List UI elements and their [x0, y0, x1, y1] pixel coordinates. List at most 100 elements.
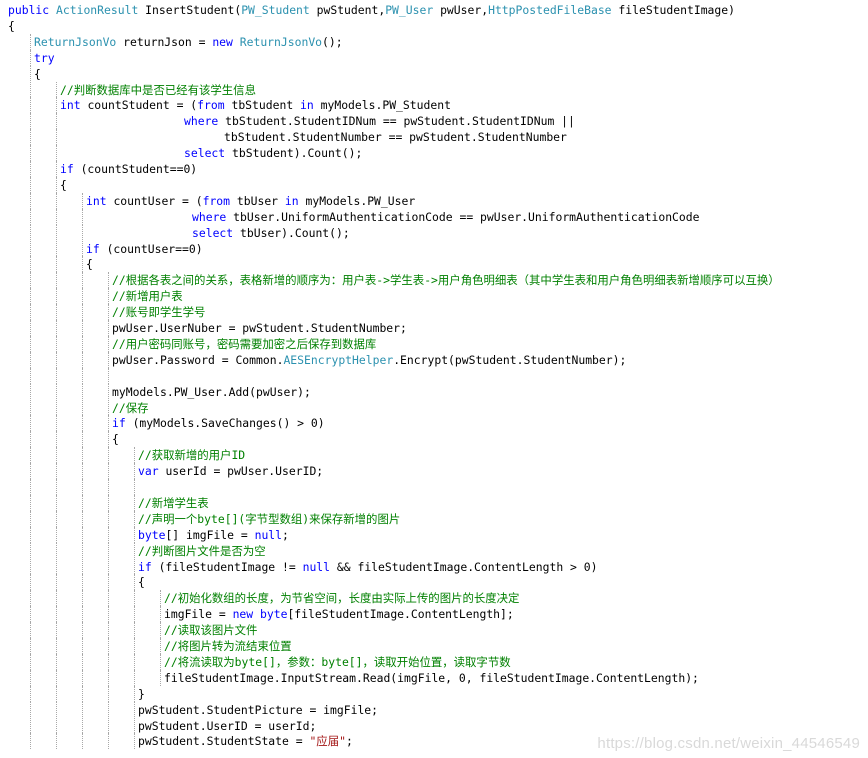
code-line[interactable]: pwStudent.UserID = userId;	[138, 718, 316, 734]
indent-guide	[108, 542, 109, 559]
code-line[interactable]: //保存	[112, 400, 149, 416]
indent-guide	[30, 383, 31, 400]
indent-guide	[108, 653, 109, 670]
code-line[interactable]: if (countStudent==0)	[60, 161, 197, 177]
indent-guide	[82, 415, 83, 432]
indent-guide	[56, 510, 57, 527]
indent-guide	[82, 192, 83, 209]
code-token: myModels.PW_Student	[320, 98, 451, 113]
indent-guide	[134, 510, 135, 527]
code-token: select	[184, 146, 233, 161]
indent-guide	[82, 335, 83, 352]
indent-guide	[56, 701, 57, 718]
indent-guide	[56, 81, 57, 98]
indent-guide	[30, 161, 31, 177]
code-line[interactable]: {	[34, 66, 41, 82]
code-line[interactable]: where tbUser.UniformAuthenticationCode =…	[192, 209, 699, 225]
indent-guide	[56, 431, 57, 448]
code-token: if	[138, 559, 159, 574]
indent-guide	[56, 494, 57, 511]
code-line[interactable]: if (countUser==0)	[86, 241, 203, 257]
code-line[interactable]: //将流读取为byte[]，参数：byte[]，读取开始位置，读取字节数	[164, 654, 511, 670]
code-line[interactable]: int countUser = (from tbUser in myModels…	[86, 193, 415, 209]
indent-guide	[56, 320, 57, 336]
code-line[interactable]: }	[138, 686, 145, 702]
indent-guide	[30, 145, 31, 161]
code-token: HttpPostedFileBase	[488, 3, 619, 17]
code-line[interactable]: byte[] imgFile = null;	[138, 527, 289, 543]
indent-guide	[56, 288, 57, 305]
code-line[interactable]: //根据各表之间的关系，表格新增的顺序为：用户表->学生表->用户角色明细表（其…	[112, 272, 780, 288]
code-line[interactable]: pwStudent.StudentState = "应届";	[138, 733, 353, 749]
code-line[interactable]: imgFile = new byte [fileStudentImage.Cont…	[164, 606, 514, 622]
indent-guide	[56, 685, 57, 702]
indent-guide	[82, 320, 83, 336]
code-token: where	[192, 209, 234, 224]
indent-guide	[108, 351, 109, 368]
indent-guide	[56, 367, 57, 384]
indent-guide	[30, 590, 31, 607]
code-line[interactable]: {	[138, 574, 145, 590]
indent-guide	[56, 415, 57, 432]
code-line[interactable]: //账号即学生学号	[112, 304, 205, 320]
code-line[interactable]: {	[8, 18, 15, 34]
code-editor[interactable]: public ActionResult InsertStudent(PW_Stu…	[0, 0, 868, 758]
indent-guide	[30, 542, 31, 559]
indent-guide	[56, 240, 57, 257]
indent-guide	[30, 351, 31, 368]
code-line[interactable]: var userId = pwUser.UserID;	[138, 463, 323, 479]
code-line[interactable]: tbStudent.StudentNumber == pwStudent.Stu…	[224, 129, 567, 145]
code-token: from	[202, 193, 237, 208]
code-line[interactable]: pwUser.Password = Common. AESEncryptHelpe…	[112, 352, 626, 368]
indent-guide	[82, 351, 83, 368]
indent-guide	[108, 510, 109, 527]
indent-guide	[56, 622, 57, 638]
code-line[interactable]: if (fileStudentImage != null && fileStud…	[138, 559, 598, 575]
code-line[interactable]: try	[34, 50, 55, 66]
code-token: //新增用户表	[112, 289, 183, 304]
code-line[interactable]: ReturnJsonVo returnJson = new ReturnJson…	[34, 34, 343, 50]
indent-guide	[134, 558, 135, 575]
indent-guide	[82, 669, 83, 686]
indent-guide	[82, 574, 83, 591]
indent-guide	[56, 97, 57, 114]
code-line[interactable]: //声明一个byte[](字节型数组)来保存新增的图片	[138, 511, 400, 527]
indent-guide	[108, 272, 109, 289]
code-line[interactable]: if (myModels.SaveChanges() > 0)	[112, 415, 325, 431]
code-token: pwStudent.StudentPicture = imgFile;	[138, 702, 379, 717]
code-line[interactable]: //读取该图片文件	[164, 622, 257, 638]
code-line[interactable]: where tbStudent.StudentIDNum == pwStuden…	[184, 113, 575, 129]
indent-guide	[108, 463, 109, 479]
indent-guide	[56, 351, 57, 368]
indent-guide	[82, 367, 83, 384]
code-line[interactable]: {	[86, 256, 93, 272]
indent-guide	[30, 479, 31, 495]
indent-guide	[108, 622, 109, 638]
code-line[interactable]: int countStudent = (from tbStudent in my…	[60, 97, 451, 113]
indent-guide	[56, 161, 57, 177]
code-token: (myModels.SaveChanges() > 0)	[132, 416, 325, 431]
code-line[interactable]: select tbUser).Count();	[192, 225, 350, 241]
code-line[interactable]: pwUser.UserNuber = pwStudent.StudentNumb…	[112, 320, 407, 336]
code-line[interactable]: {	[60, 177, 67, 193]
code-line[interactable]: //用户密码同账号，密码需要加密之后保存到数据库	[112, 336, 376, 352]
code-line[interactable]: pwStudent.StudentPicture = imgFile;	[138, 702, 378, 718]
indent-guide	[82, 463, 83, 479]
indent-guide	[56, 653, 57, 670]
code-line[interactable]: //将图片转为流结束位置	[164, 638, 292, 654]
code-line[interactable]: select tbStudent).Count();	[184, 145, 362, 161]
code-line[interactable]: //新增学生表	[138, 495, 209, 511]
indent-guide	[82, 526, 83, 543]
code-line[interactable]: myModels.PW_User.Add(pwUser);	[112, 384, 311, 400]
code-line[interactable]: //新增用户表	[112, 288, 183, 304]
code-line[interactable]: //获取新增的用户ID	[138, 447, 245, 463]
watermark-text: https://blog.csdn.net/weixin_44546549	[597, 735, 860, 752]
code-line[interactable]: //判断图片文件是否为空	[138, 543, 266, 559]
code-line[interactable]: public ActionResult InsertStudent(PW_Stu…	[8, 2, 735, 18]
code-line[interactable]: {	[112, 431, 119, 447]
code-line[interactable]: //初始化数组的长度，为节省空间，长度由实际上传的图片的长度决定	[164, 590, 519, 606]
code-line[interactable]: fileStudentImage.InputStream.Read(imgFil…	[164, 670, 699, 686]
code-token: //账号即学生学号	[112, 305, 206, 320]
indent-guide	[82, 542, 83, 559]
code-line[interactable]: //判断数据库中是否已经有该学生信息	[60, 82, 256, 98]
